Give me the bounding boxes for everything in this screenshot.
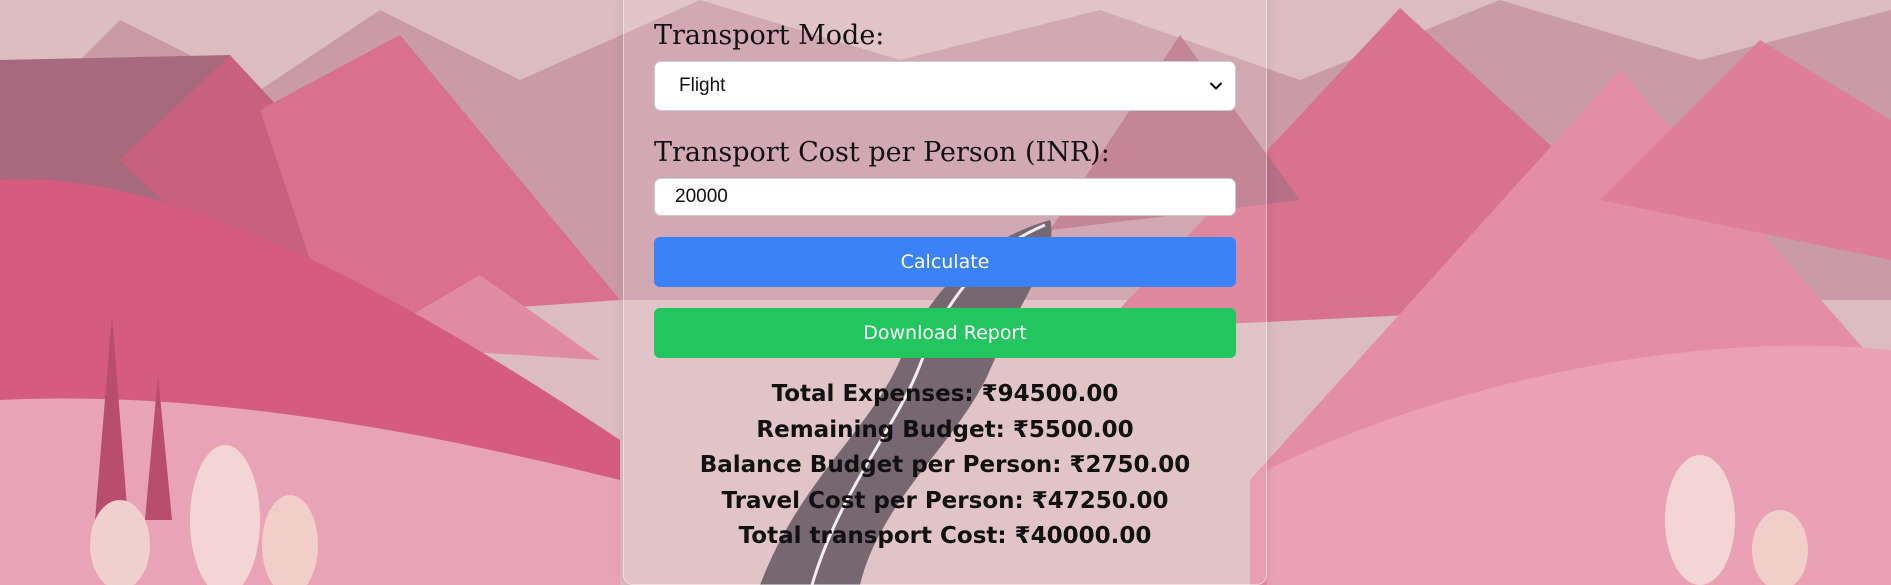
balance-per-person-text: Balance Budget per Person: ₹2750.00 [699,452,1191,478]
download-report-button[interactable]: Download Report [654,308,1236,358]
transport-mode-select[interactable]: Flight [654,61,1236,111]
chevron-down-icon [1210,82,1222,90]
total-expenses-text: Total Expenses: ₹94500.00 [771,381,1119,407]
transport-mode-label: Transport Mode: [654,20,885,51]
transport-cost-input[interactable] [654,178,1236,216]
travel-cost-per-person-text: Travel Cost per Person: ₹47250.00 [721,487,1169,514]
remaining-budget-text: Remaining Budget: ₹5500.00 [756,416,1134,443]
total-transport-cost-text: Total transport Cost: ₹40000.00 [738,523,1152,549]
calculate-button[interactable]: Calculate [654,237,1236,287]
results-summary: Total Expenses: ₹94500.00 Remaining Budg… [623,377,1267,555]
transport-mode-value: Flight [679,75,726,96]
transport-cost-label: Transport Cost per Person (INR): [654,137,1110,168]
